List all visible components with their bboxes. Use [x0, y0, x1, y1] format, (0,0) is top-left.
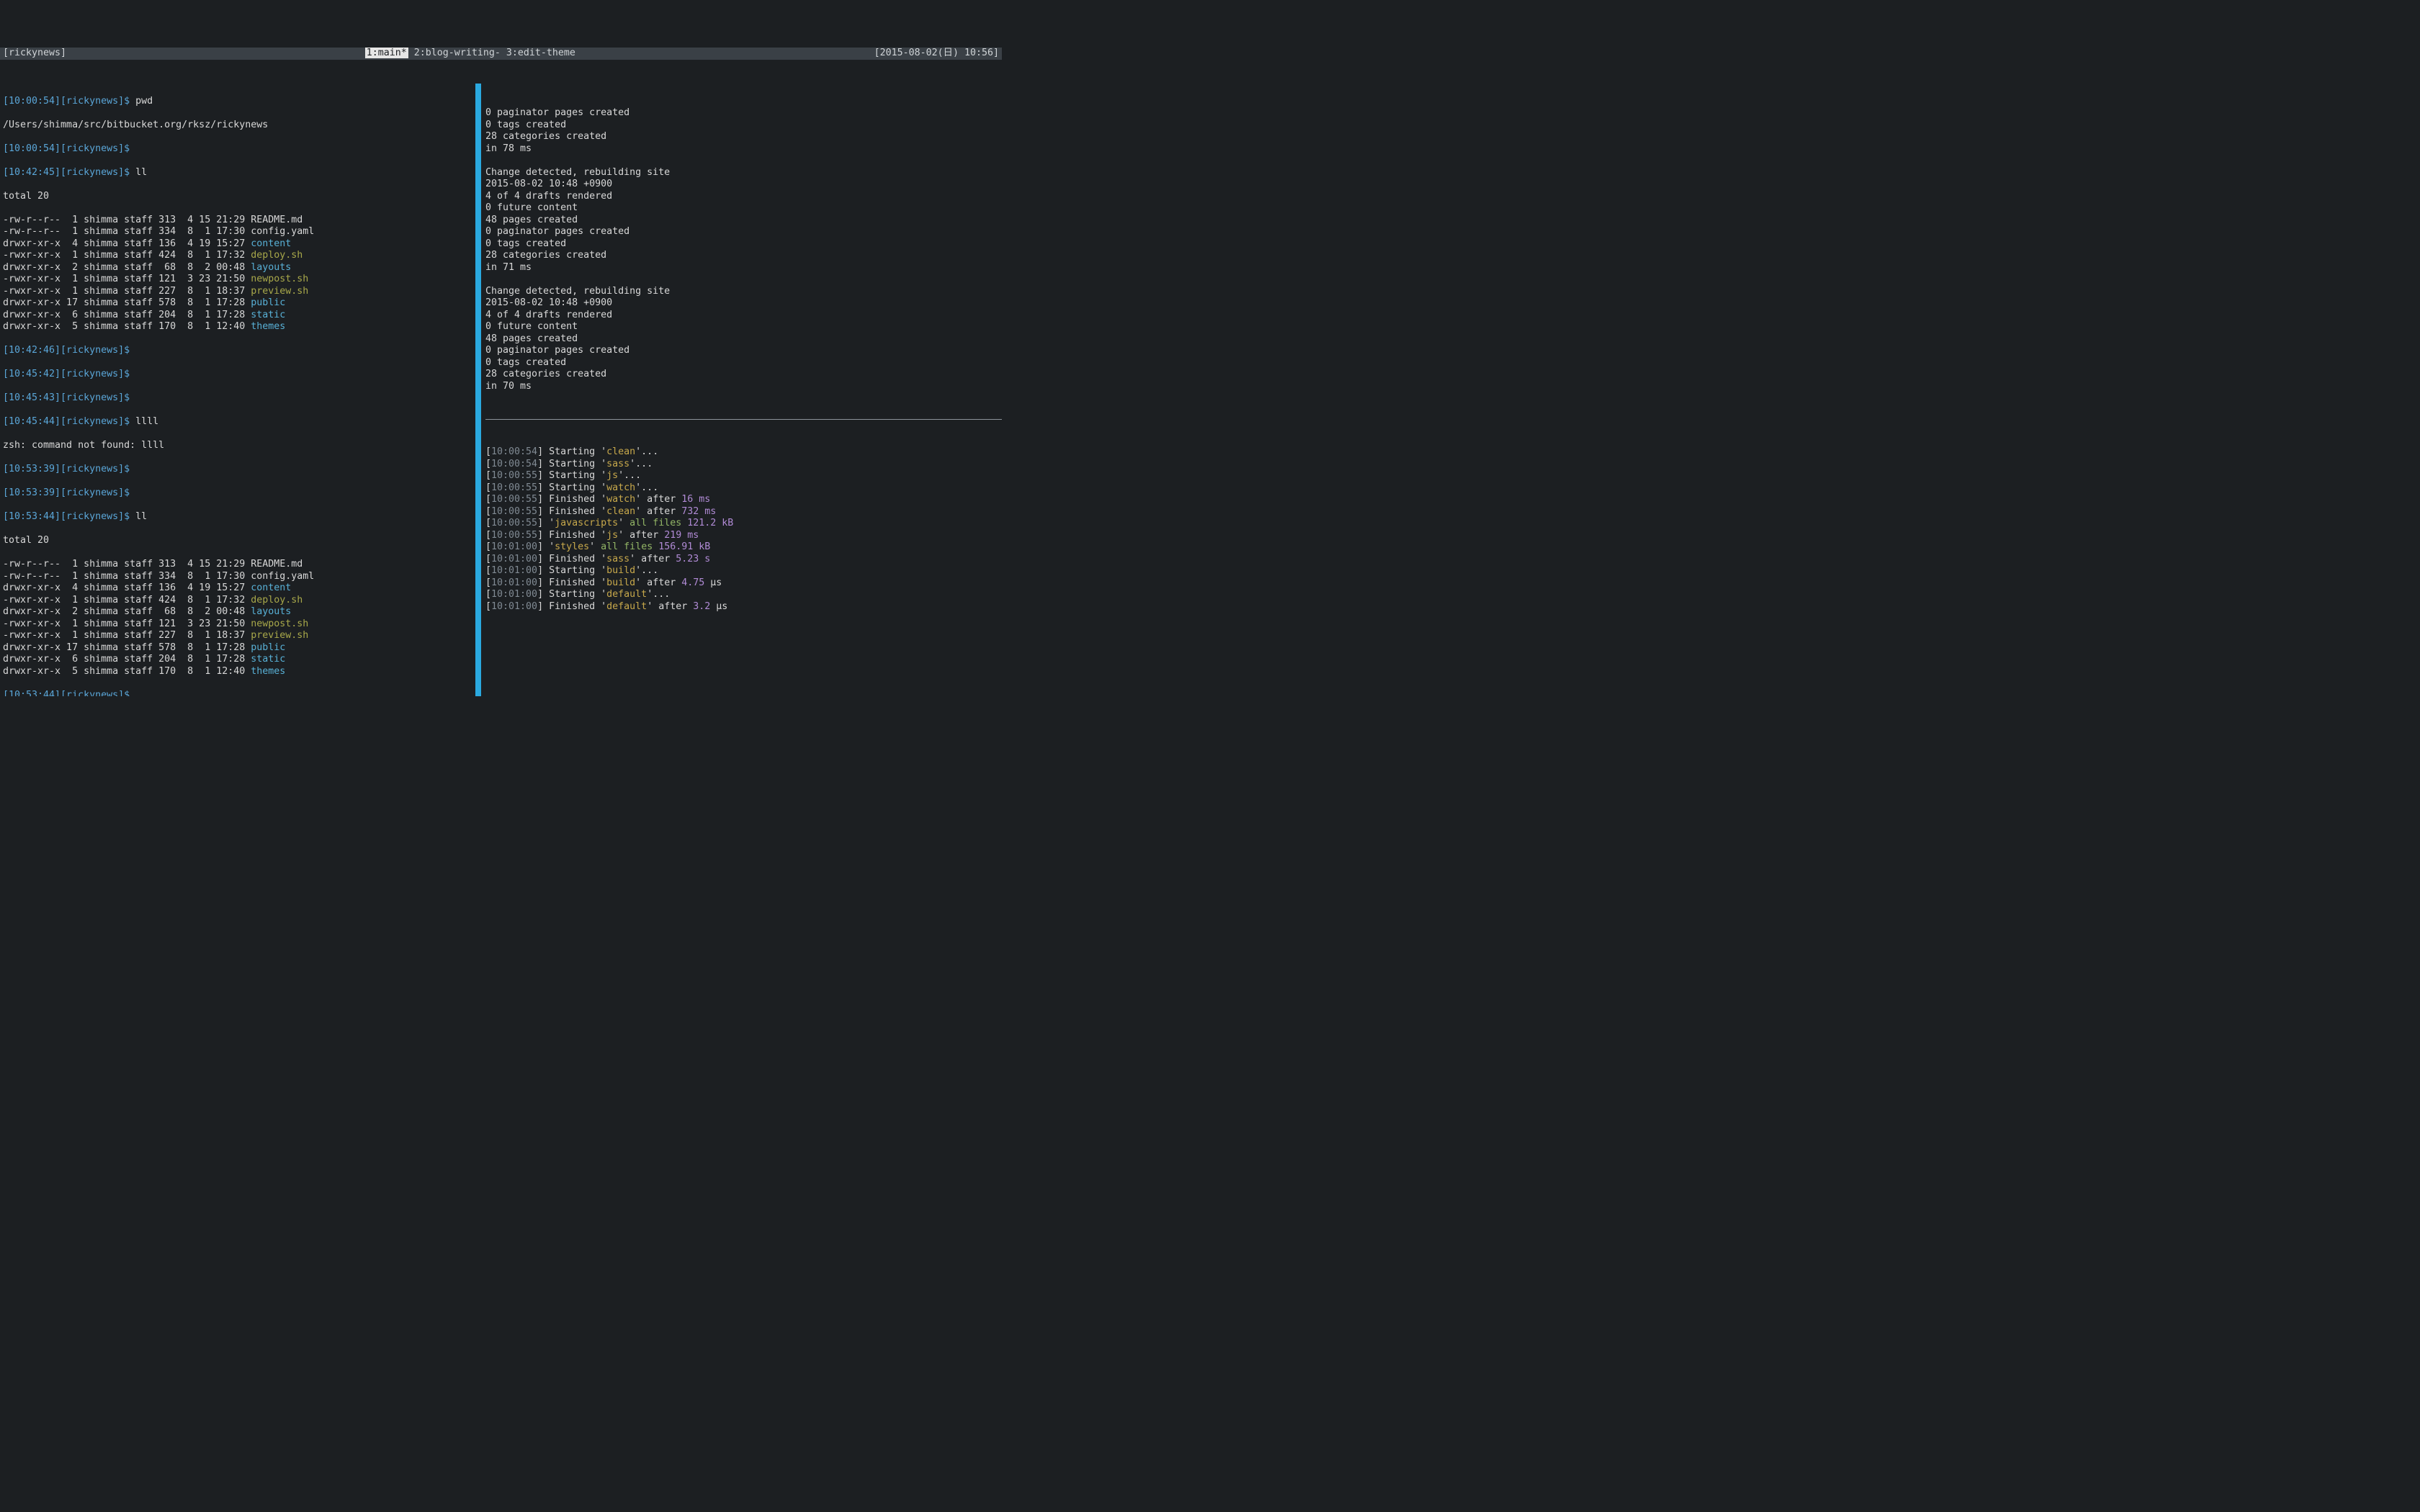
- ls-row: drwxr-xr-x 17 shimma staff 578 8 1 17:28…: [3, 297, 475, 310]
- zsh-error: zsh: command not found: llll: [3, 440, 475, 452]
- log-line: [485, 155, 1002, 167]
- ls-row: -rw-r--r-- 1 shimma staff 334 8 1 17:30 …: [3, 226, 475, 238]
- pane-divider[interactable]: [475, 84, 481, 696]
- ls-row: -rwxr-xr-x 1 shimma staff 424 8 1 17:32 …: [3, 595, 475, 607]
- log-line: 2015-08-02 10:48 +0900: [485, 179, 1002, 191]
- ls-output: -rw-r--r-- 1 shimma staff 313 4 15 21:29…: [3, 559, 475, 678]
- ls-row: -rw-r--r-- 1 shimma staff 334 8 1 17:30 …: [3, 571, 475, 583]
- pane-split: [485, 419, 1002, 420]
- ls-row: drwxr-xr-x 2 shimma staff 68 8 2 00:48 l…: [3, 262, 475, 274]
- gulp-line: [10:00:55] 'javascripts' all files 121.2…: [485, 518, 1002, 530]
- gulp-line: [10:00:55] Finished 'clean' after 732 ms: [485, 506, 1002, 518]
- log-line: Change detected, rebuilding site: [485, 167, 1002, 179]
- gulp-line: [10:01:00] Starting 'default'...: [485, 589, 1002, 601]
- total: total 20: [3, 535, 475, 547]
- log-line: 0 tags created: [485, 120, 1002, 132]
- prompt: [10:53:44][rickynews]$: [3, 511, 135, 522]
- tabs: 1:main* 2:blog-writing- 3:edit-theme: [66, 48, 874, 60]
- ls-row: drwxr-xr-x 5 shimma staff 170 8 1 12:40 …: [3, 666, 475, 678]
- log-line: 0 paginator pages created: [485, 345, 1002, 357]
- pwd-output: /Users/shimma/src/bitbucket.org/rksz/ric…: [3, 120, 475, 132]
- ls-row: -rwxr-xr-x 1 shimma staff 121 3 23 21:50…: [3, 618, 475, 631]
- ls-row: drwxr-xr-x 2 shimma staff 68 8 2 00:48 l…: [3, 606, 475, 618]
- prompt: [10:45:43][rickynews]$: [3, 392, 475, 405]
- log-line: 0 future content: [485, 321, 1002, 333]
- log-line: 28 categories created: [485, 131, 1002, 143]
- clock: [2015-08-02(日) 10:56]: [874, 48, 999, 60]
- log-line: 4 of 4 drafts rendered: [485, 310, 1002, 322]
- ls-row: drwxr-xr-x 5 shimma staff 170 8 1 12:40 …: [3, 321, 475, 333]
- log-line: 0 tags created: [485, 357, 1002, 369]
- session-name: [rickynews]: [3, 48, 66, 60]
- ls-output: -rw-r--r-- 1 shimma staff 313 4 15 21:29…: [3, 215, 475, 333]
- gulp-line: [10:01:00] 'styles' all files 156.91 kB: [485, 541, 1002, 554]
- ls-row: drwxr-xr-x 4 shimma staff 136 4 19 15:27…: [3, 238, 475, 251]
- prompt: [10:53:39][rickynews]$: [3, 464, 475, 476]
- tmux-status-bar: [rickynews] 1:main* 2:blog-writing- 3:ed…: [0, 48, 1002, 60]
- prompt: [10:53:39][rickynews]$: [3, 487, 475, 500]
- ls-row: drwxr-xr-x 6 shimma staff 204 8 1 17:28 …: [3, 310, 475, 322]
- gulp-line: [10:00:55] Starting 'js'...: [485, 470, 1002, 482]
- terminal-right-pane[interactable]: 0 paginator pages created0 tags created2…: [481, 84, 1002, 696]
- ls-row: -rwxr-xr-x 1 shimma staff 227 8 1 18:37 …: [3, 630, 475, 642]
- ls-row: -rw-r--r-- 1 shimma staff 313 4 15 21:29…: [3, 215, 475, 227]
- log-line: [485, 274, 1002, 286]
- log-line: in 78 ms: [485, 143, 1002, 156]
- ls-row: -rwxr-xr-x 1 shimma staff 424 8 1 17:32 …: [3, 250, 475, 262]
- prompt: [10:45:42][rickynews]$: [3, 369, 475, 381]
- ls-row: drwxr-xr-x 4 shimma staff 136 4 19 15:27…: [3, 582, 475, 595]
- gulp-line: [10:00:54] Starting 'clean'...: [485, 446, 1002, 459]
- gulp-line: [10:00:55] Finished 'watch' after 16 ms: [485, 494, 1002, 506]
- cmd-ll: ll: [135, 511, 147, 522]
- log-line: 0 tags created: [485, 238, 1002, 251]
- gulp-line: [10:01:00] Starting 'build'...: [485, 565, 1002, 577]
- tab-edit-theme[interactable]: 3:edit-theme: [506, 48, 575, 58]
- terminal-left-pane[interactable]: [10:00:54][rickynews]$ pwd /Users/shimma…: [0, 84, 475, 696]
- gulp-line: [10:00:55] Finished 'js' after 219 ms: [485, 530, 1002, 542]
- gulp-line: [10:00:54] Starting 'sass'...: [485, 459, 1002, 471]
- log-line: 4 of 4 drafts rendered: [485, 191, 1002, 203]
- gulp-line: [10:00:55] Starting 'watch'...: [485, 482, 1002, 495]
- tab-main[interactable]: 1:main*: [365, 48, 408, 58]
- log-line: Change detected, rebuilding site: [485, 286, 1002, 298]
- ls-row: -rw-r--r-- 1 shimma staff 313 4 15 21:29…: [3, 559, 475, 571]
- panes: [10:00:54][rickynews]$ pwd /Users/shimma…: [0, 84, 1002, 696]
- log-line: in 70 ms: [485, 381, 1002, 393]
- cmd-llll: llll: [135, 416, 158, 427]
- hugo-output: 0 paginator pages created0 tags created2…: [485, 107, 1002, 392]
- log-line: 28 categories created: [485, 250, 1002, 262]
- log-line: in 71 ms: [485, 262, 1002, 274]
- ls-row: -rwxr-xr-x 1 shimma staff 227 8 1 18:37 …: [3, 286, 475, 298]
- gulp-line: [10:01:00] Finished 'sass' after 5.23 s: [485, 554, 1002, 566]
- ls-row: drwxr-xr-x 6 shimma staff 204 8 1 17:28 …: [3, 654, 475, 666]
- cmd-pwd: pwd: [135, 96, 153, 107]
- log-line: 0 future content: [485, 202, 1002, 215]
- prompt: [10:00:54][rickynews]$: [3, 96, 135, 107]
- cmd-ll: ll: [135, 167, 147, 178]
- gulp-line: [10:01:00] Finished 'default' after 3.2 …: [485, 601, 1002, 613]
- ls-row: -rwxr-xr-x 1 shimma staff 121 3 23 21:50…: [3, 274, 475, 286]
- prompt: [10:53:44][rickynews]$: [3, 690, 475, 697]
- log-line: 48 pages created: [485, 333, 1002, 346]
- log-line: 48 pages created: [485, 215, 1002, 227]
- gulp-output: [10:00:54] Starting 'clean'...[10:00:54]…: [485, 446, 1002, 613]
- prompt: [10:42:45][rickynews]$: [3, 167, 135, 178]
- gulp-line: [10:01:00] Finished 'build' after 4.75 μ…: [485, 577, 1002, 590]
- prompt: [10:00:54][rickynews]$: [3, 143, 475, 156]
- prompt: [10:42:46][rickynews]$: [3, 345, 475, 357]
- log-line: 0 paginator pages created: [485, 107, 1002, 120]
- total: total 20: [3, 191, 475, 203]
- tab-blog-writing[interactable]: 2:blog-writing-: [408, 48, 506, 58]
- prompt: [10:45:44][rickynews]$: [3, 416, 135, 427]
- ls-row: drwxr-xr-x 17 shimma staff 578 8 1 17:28…: [3, 642, 475, 654]
- log-line: 2015-08-02 10:48 +0900: [485, 297, 1002, 310]
- log-line: 0 paginator pages created: [485, 226, 1002, 238]
- log-line: 28 categories created: [485, 369, 1002, 381]
